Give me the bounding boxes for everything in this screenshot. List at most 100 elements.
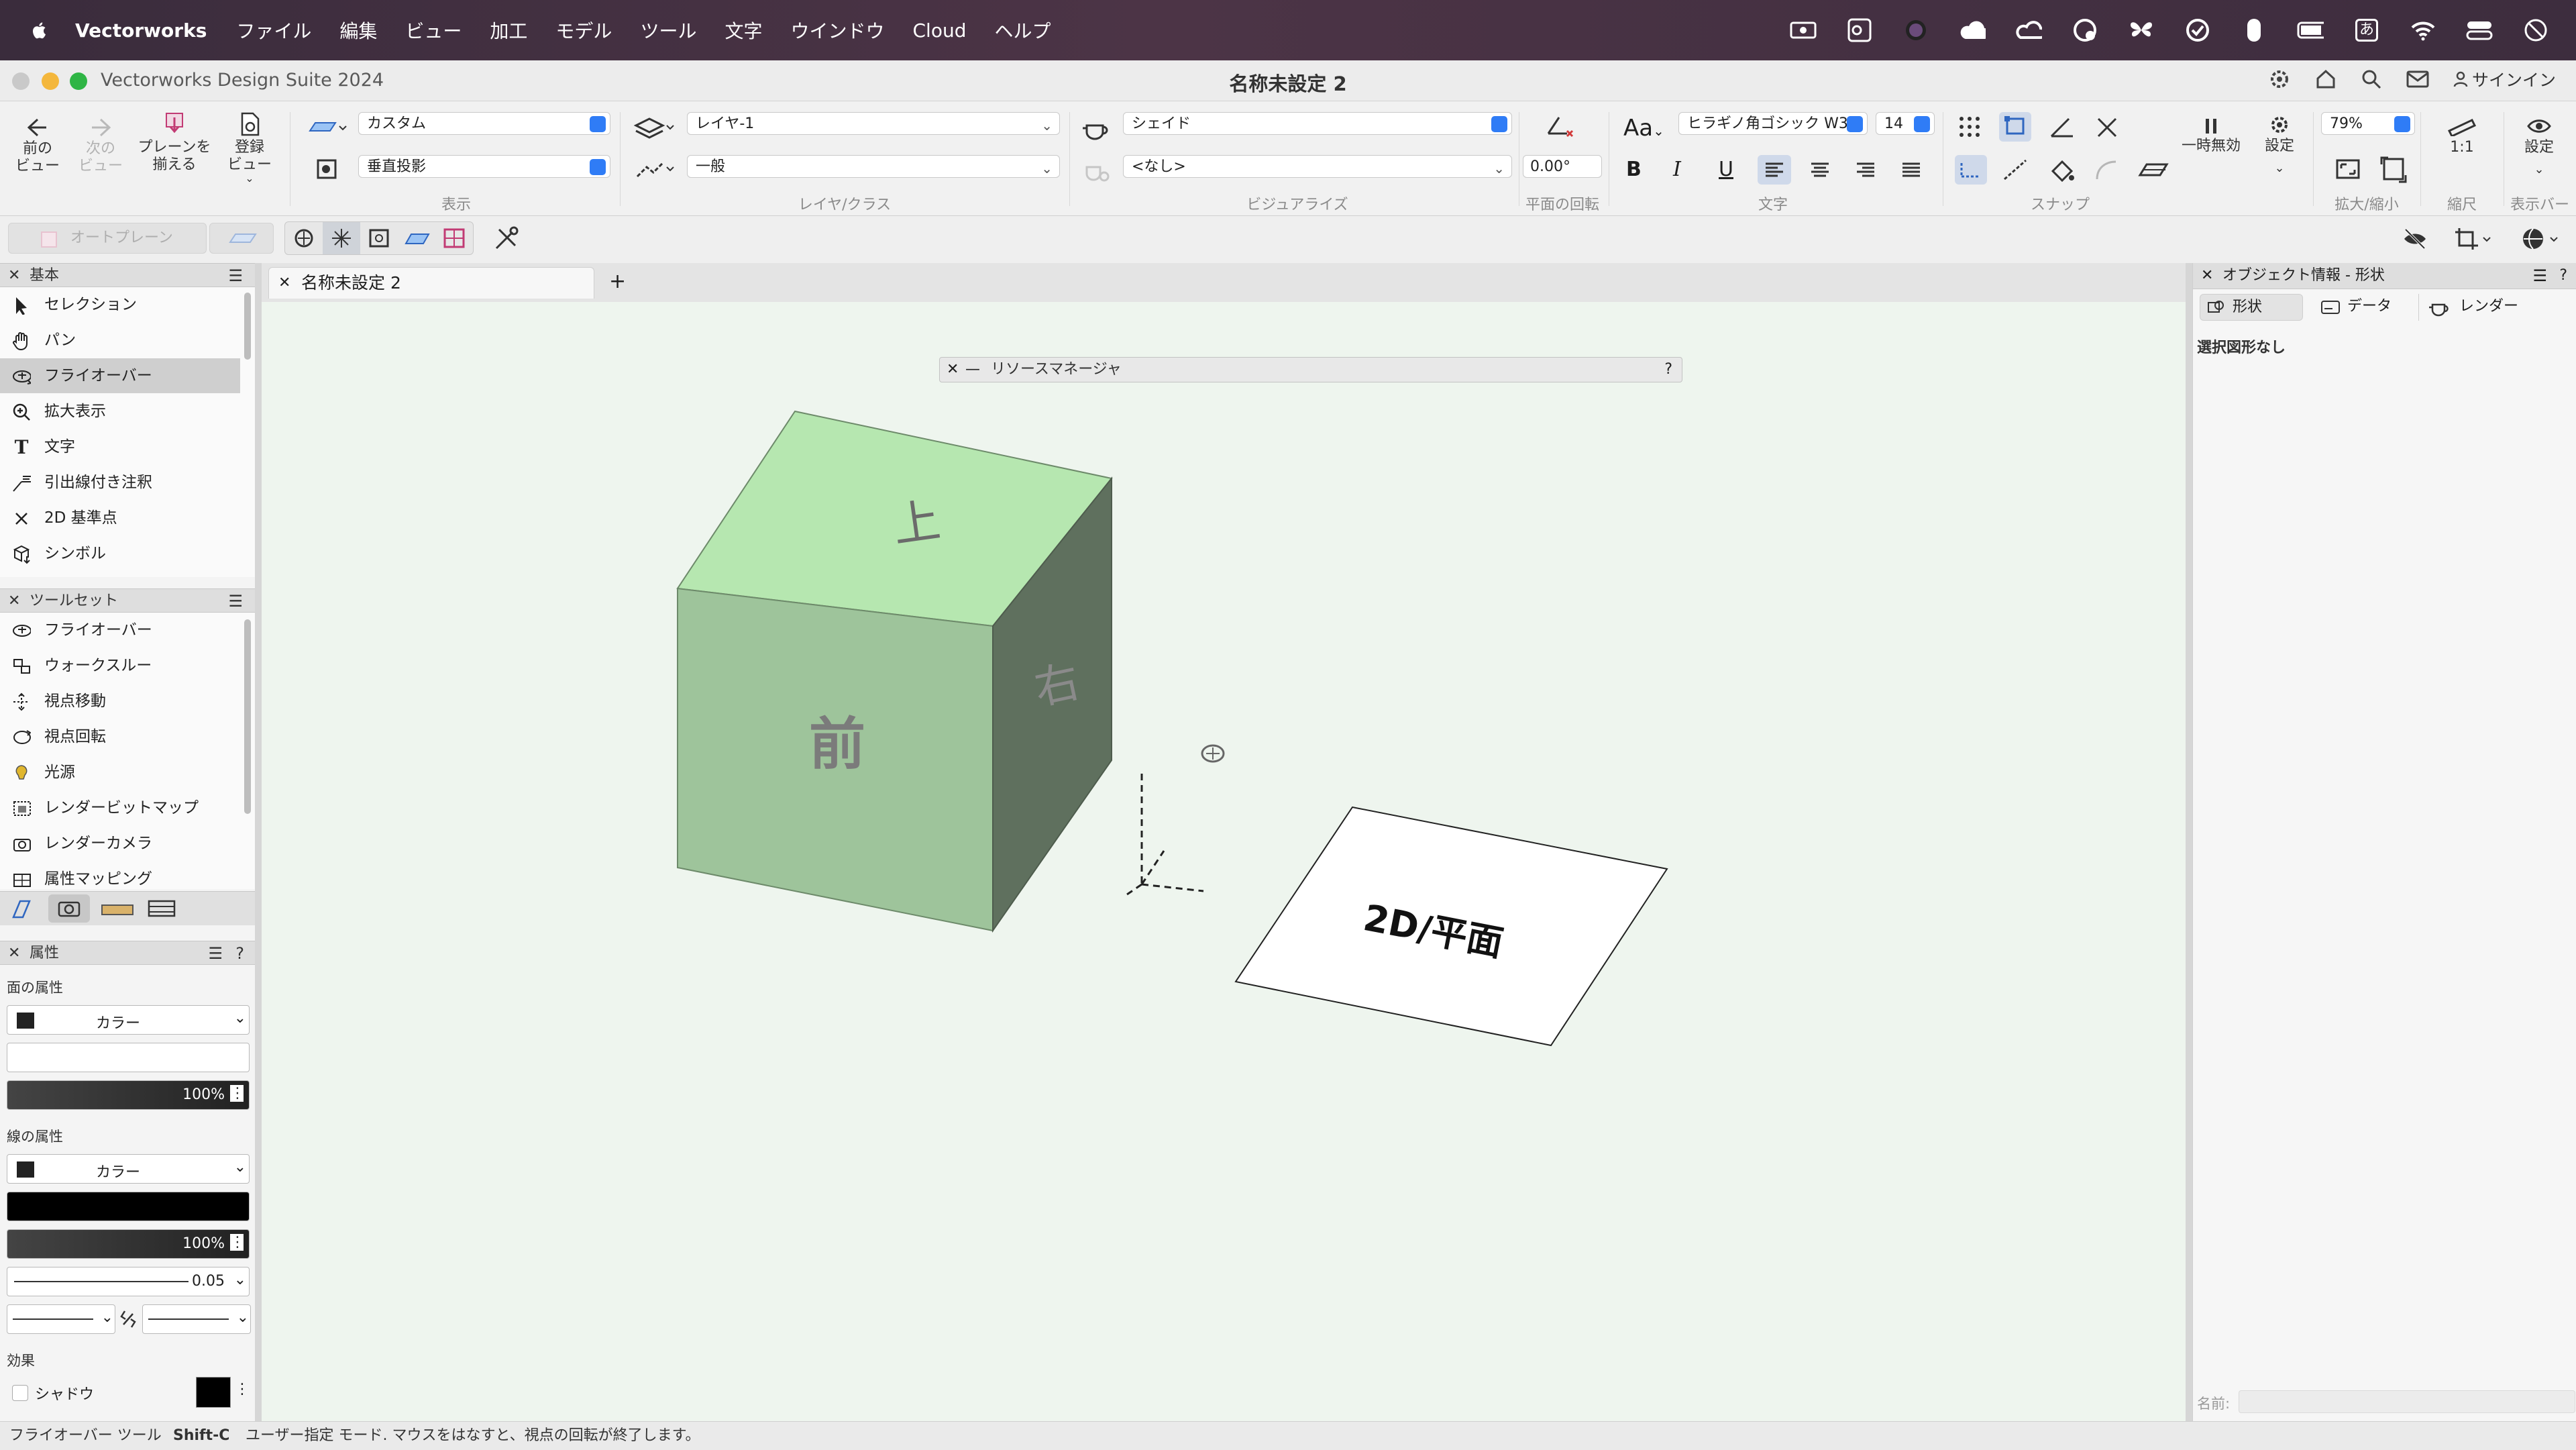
ruler-tab-icon[interactable]	[101, 898, 134, 920]
light-select[interactable]: <なし> ⌄	[1123, 155, 1512, 178]
projection-icon[interactable]	[311, 156, 345, 183]
toolset-tab-icon[interactable]	[11, 898, 32, 920]
add-tab-button[interactable]: +	[609, 270, 626, 293]
tool-symbol[interactable]: シンボル	[0, 536, 240, 571]
globe-settings-icon[interactable]	[2520, 224, 2563, 254]
tool-render-bitmap[interactable]: レンダービットマップ	[0, 790, 240, 825]
menu-modify[interactable]: 加工	[490, 17, 527, 44]
shadow-checkbox[interactable]	[12, 1385, 28, 1401]
close-icon[interactable]: ✕	[8, 264, 20, 288]
snap-settings-button[interactable]: 設定 ⌄	[2250, 115, 2309, 182]
tab-shape[interactable]: 形状	[2200, 294, 2303, 321]
butterfly-icon[interactable]	[2128, 17, 2155, 44]
shadow-color-swatch[interactable]	[196, 1377, 231, 1408]
fill-type-select[interactable]: カラー ⌄	[7, 1005, 250, 1035]
menu-text[interactable]: 文字	[724, 17, 762, 44]
more-options-icon[interactable]: ⋮	[230, 1234, 245, 1251]
snap-intersection-icon[interactable]	[2093, 113, 2123, 140]
snap-grid-icon[interactable]	[1956, 113, 1986, 140]
building-shell-tab-icon[interactable]	[146, 897, 177, 920]
plane-list-button[interactable]	[209, 223, 274, 254]
fill-color-field[interactable]	[7, 1043, 250, 1072]
palette-menu-icon[interactable]: ☰	[2532, 263, 2547, 289]
font-icon[interactable]: Aa⌄	[1623, 115, 1664, 142]
gear-icon[interactable]	[2268, 68, 2291, 91]
pause-snapping-button[interactable]: 一時無効	[2179, 115, 2243, 155]
more-options-icon[interactable]: ⋮	[230, 1085, 245, 1102]
tool-flyover[interactable]: フライオーバー	[0, 358, 240, 393]
crop-view-icon[interactable]	[2453, 225, 2493, 252]
palette-menu-icon[interactable]: ☰	[228, 589, 243, 613]
tools-wrench-icon[interactable]	[492, 225, 519, 252]
menu-model[interactable]: モデル	[555, 17, 612, 44]
wifi-icon[interactable]	[2410, 17, 2436, 44]
home-icon[interactable]	[2315, 68, 2337, 90]
saved-view-button[interactable]: 登録 ビュー ⌄	[221, 112, 278, 184]
tool-rotate-view[interactable]: 視点回転	[0, 719, 240, 754]
battery-charging-icon[interactable]	[2297, 17, 2324, 44]
palette-menu-icon[interactable]: ☰	[228, 264, 243, 288]
mail-icon[interactable]	[2406, 70, 2429, 89]
close-tab-icon[interactable]: ✕	[278, 268, 290, 299]
menu-edit[interactable]: 編集	[339, 17, 377, 44]
help-icon[interactable]: ?	[235, 941, 244, 966]
input-method-icon[interactable]: あ	[2353, 17, 2380, 44]
creative-cloud-icon[interactable]	[2015, 17, 2042, 44]
snap-working-plane-icon[interactable]	[2136, 156, 2171, 183]
tool-selection[interactable]: セレクション	[0, 287, 240, 322]
tool-2d-locus[interactable]: 2D 基準点	[0, 501, 240, 535]
palette-splitter[interactable]	[255, 263, 262, 1421]
plane-rotation-field[interactable]: 0.00°	[1523, 155, 1602, 178]
control-center-icon[interactable]	[2466, 17, 2493, 44]
flyover-mode-button[interactable]	[285, 222, 323, 254]
palette-menu-icon[interactable]: ☰	[208, 941, 223, 966]
view-cube[interactable]: 上 前 右	[676, 410, 1113, 933]
snap-object-button[interactable]	[1999, 112, 2031, 142]
tool-walkthrough[interactable]: ウォークスルー	[0, 648, 240, 683]
view-select[interactable]: カスタム	[358, 112, 610, 135]
plane-mode-icon[interactable]	[307, 117, 347, 138]
menu-file[interactable]: ファイル	[236, 17, 311, 44]
align-center-icon[interactable]	[1803, 155, 1837, 185]
tool-render-camera[interactable]: レンダーカメラ	[0, 826, 240, 861]
zoom-select[interactable]: 79%	[2321, 112, 2415, 135]
snap-distance-button[interactable]	[1955, 155, 1987, 185]
auto-plane-button[interactable]: オートプレーン	[8, 223, 207, 254]
prev-view-button[interactable]: 前の ビュー	[11, 113, 64, 175]
basic-palette-scrollbar[interactable]	[244, 293, 251, 360]
layer-select[interactable]: レイヤ-1 ⌄	[687, 112, 1060, 135]
menu-tools[interactable]: ツール	[640, 17, 696, 44]
menu-window[interactable]: ウインドウ	[790, 17, 884, 44]
projection-select[interactable]: 垂直投影	[358, 155, 610, 178]
fit-to-page-icon[interactable]	[2379, 155, 2408, 185]
teapot-render-icon[interactable]	[1080, 115, 1114, 142]
outlook-icon[interactable]	[1846, 17, 1873, 44]
help-icon[interactable]: ?	[2559, 263, 2567, 289]
grid-mode-button[interactable]	[435, 222, 473, 254]
display-bar-settings-button[interactable]: 設定 ⌄	[2509, 113, 2569, 183]
font-size-select[interactable]: 14	[1876, 112, 1935, 135]
plane-mode-button[interactable]	[398, 222, 435, 254]
tab-data[interactable]: データ	[2312, 294, 2413, 321]
apple-logo-icon[interactable]	[30, 20, 47, 40]
search-icon[interactable]	[2361, 68, 2382, 90]
menu-view[interactable]: ビュー	[405, 17, 462, 44]
screen-record-icon[interactable]	[1790, 17, 1817, 44]
close-icon[interactable]: ✕	[8, 589, 20, 613]
pen-opacity-slider[interactable]: 100% ⋮	[7, 1229, 250, 1259]
close-icon[interactable]: ✕	[8, 941, 20, 966]
tab-render[interactable]: レンダー	[2418, 294, 2546, 321]
line-end-marker-select[interactable]: ⌄	[142, 1304, 251, 1334]
align-planes-button[interactable]: プレーンを 揃える	[134, 112, 215, 174]
fill-opacity-slider[interactable]: 100% ⋮	[7, 1080, 250, 1110]
font-select[interactable]: ヒラギノ角ゴシック W3	[1678, 112, 1868, 135]
siri-orb-icon[interactable]	[1902, 17, 1929, 44]
line-start-marker-select[interactable]: ⌄	[7, 1304, 115, 1334]
name-field[interactable]	[2239, 1390, 2575, 1413]
menu-help[interactable]: ヘルプ	[994, 17, 1051, 44]
tool-callout[interactable]: 引出線付き注釈	[0, 465, 240, 500]
link-icon[interactable]	[118, 1308, 138, 1330]
snap-surface-icon[interactable]	[2047, 156, 2077, 183]
sync-icon[interactable]	[2072, 17, 2098, 44]
class-select[interactable]: 一般 ⌄	[687, 155, 1060, 178]
